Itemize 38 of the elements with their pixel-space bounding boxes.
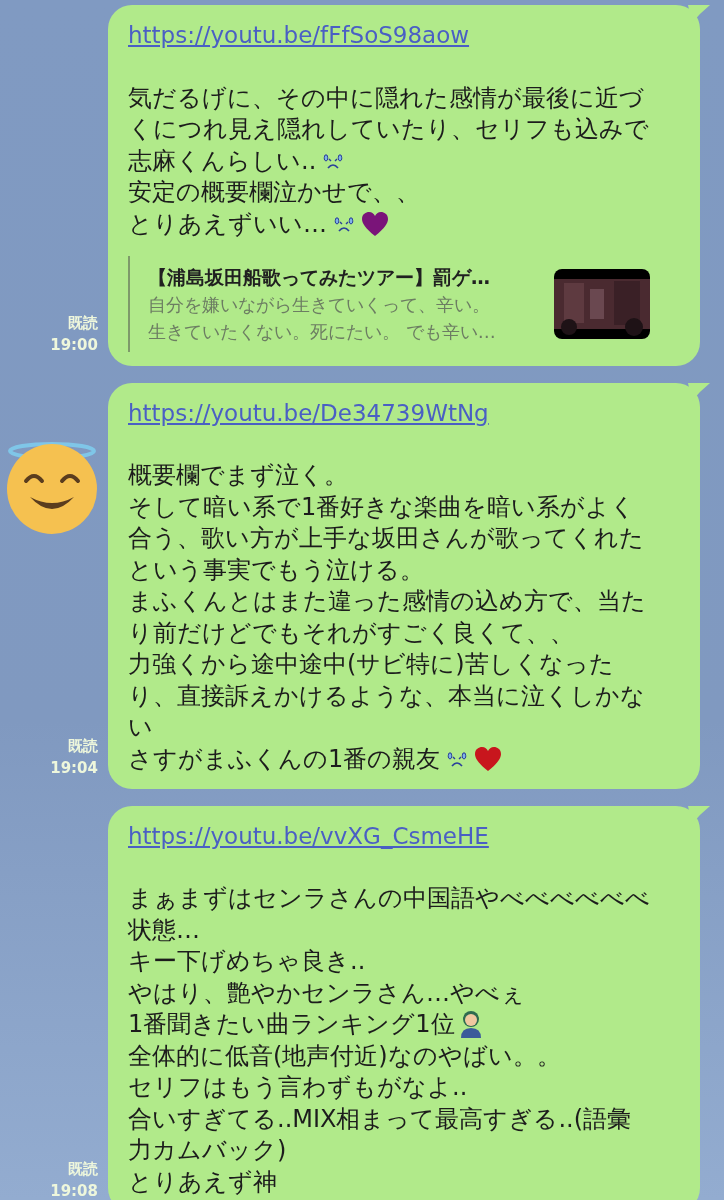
message-text: まふくんとはまた違った感情の込め方で、当た [128, 586, 646, 618]
message-text: 気だるげに、その中に隠れた感情が最後に近づ [128, 82, 644, 114]
message-time: 19:08 [50, 1180, 98, 1200]
message-text: 安定の概要欄泣かせで、、 [128, 177, 420, 209]
message-text: とりあえず神 [128, 1166, 277, 1198]
read-status: 既読 [68, 312, 98, 334]
message-text: まぁまずはセンラさんの中国語やべべべべべべ [128, 883, 650, 915]
message-text: 概要欄でまず泣く。 [128, 460, 348, 492]
message-text: とりあえずいい… [128, 208, 327, 240]
person-icon [458, 1010, 483, 1039]
message-time: 19:04 [50, 757, 98, 779]
message-text: キー下げめちゃ良き.. [128, 946, 366, 978]
message-text: 合う、歌い方が上手な坂田さんが歌ってくれた [128, 523, 644, 555]
message-text: セリフはもう言わずもがなよ.. [128, 1072, 468, 1104]
message-text: 志麻くんらしい.. [128, 145, 317, 177]
message-text: り、直接訴えかけるような、本当に泣くしかな [128, 680, 645, 712]
message-time: 19:00 [50, 334, 98, 356]
message-text: そして暗い系で1番好きな楽曲を暗い系がよく [128, 491, 636, 523]
message-text: り前だけどでもそれがすごく良くて、、 [128, 617, 574, 649]
message-text: やはり、艶やかセンラさん…やべぇ [128, 977, 525, 1009]
read-status: 既読 [68, 735, 98, 757]
message-text: 状態… [128, 914, 200, 946]
message-text: 合いすぎてる..MIX相まって最高すぎる..(語彙 [128, 1103, 632, 1135]
link-preview[interactable]: 【浦島坂田船歌ってみたツアー】罰ゲ… 自分を嫌いながら生きていくって、辛い。生きていたくない。死にたい。 でも辛い… [128, 255, 686, 352]
preview-title: 【浦島坂田船歌ってみたツアー】罰ゲ… [148, 264, 491, 290]
video-link[interactable]: https://youtu.be/De34739WtNg [128, 397, 686, 429]
message-text: くにつれ見え隠れしていたり、セリフも込みで [128, 114, 649, 146]
video-link[interactable]: https://youtu.be/vvXG_CsmeHE [128, 820, 686, 852]
message-text: さすがまふくんの1番の親友 [128, 743, 441, 775]
video-link[interactable]: https://youtu.be/fFfSoS98aow [128, 20, 686, 51]
message-text: 力カムバック) [128, 1135, 287, 1167]
message-text: 1番聞きたい曲ランキング1位 [128, 1009, 455, 1041]
message-text: 力強くから途中途中(サビ特に)苦しくなった [128, 649, 614, 681]
message-text: 全体的に低音(地声付近)なのやばい。。 [128, 1040, 561, 1072]
read-status: 既読 [68, 1158, 98, 1180]
message-text: という事実でもう泣ける。 [128, 554, 424, 586]
message-text: い [128, 712, 153, 744]
preview-description: 自分を嫌いながら生きていくって、辛い。生きていたくない。死にたい。 でも辛い… [148, 292, 497, 344]
